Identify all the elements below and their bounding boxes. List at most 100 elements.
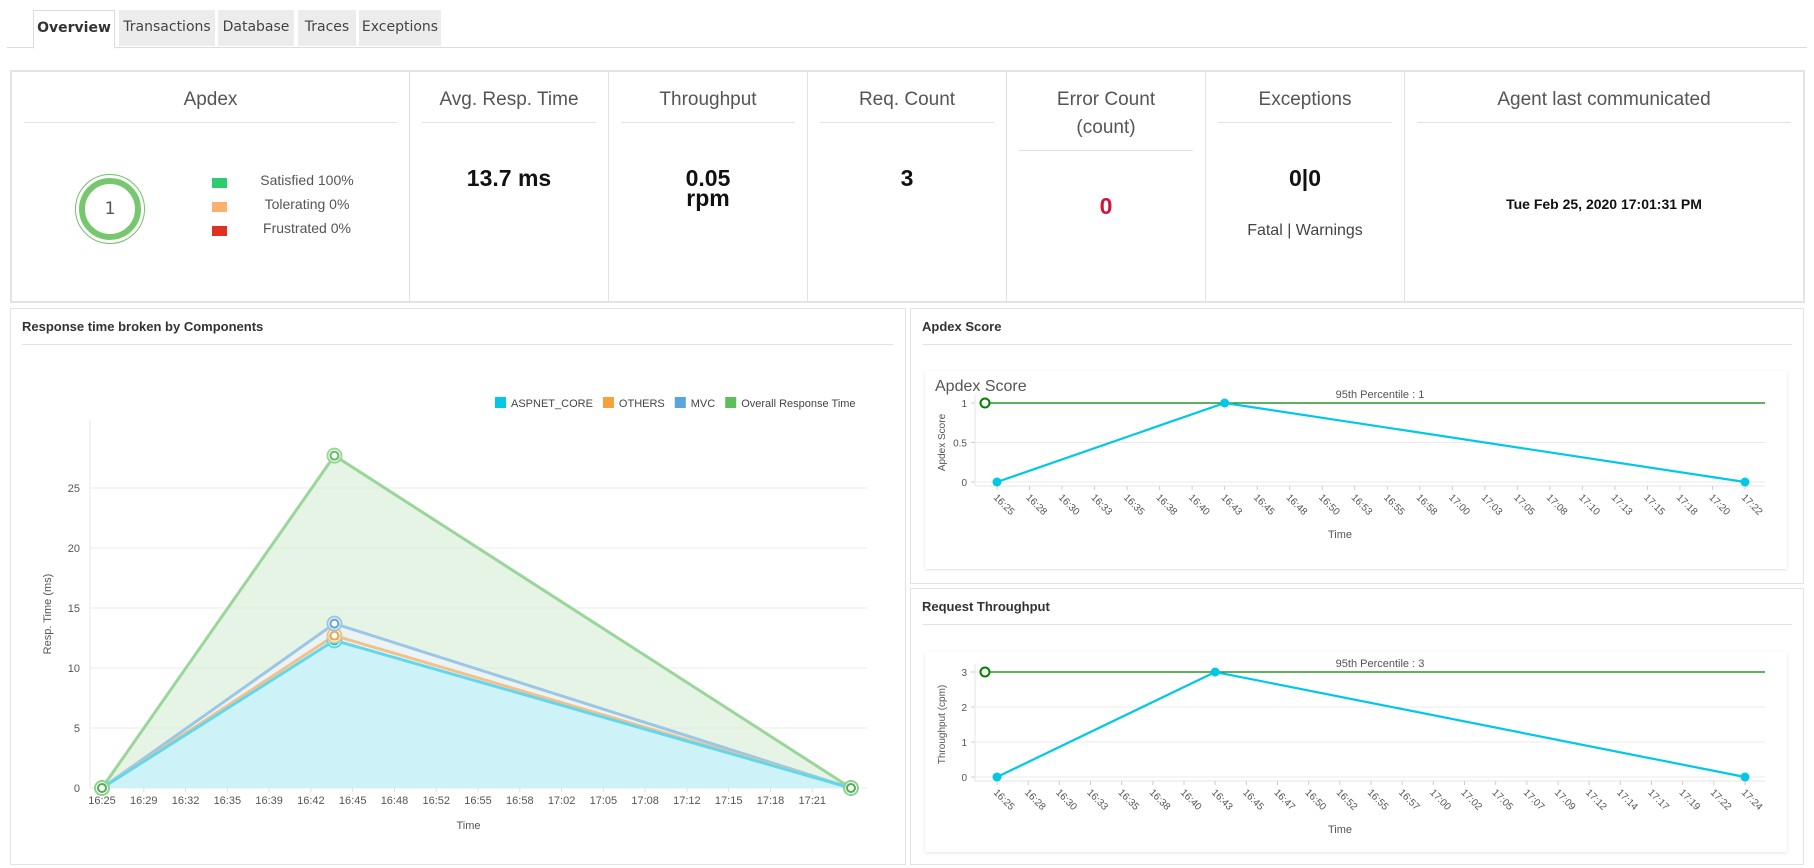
- x-tick-label: 17:00: [1427, 787, 1453, 813]
- error-count-value: 0: [1099, 193, 1113, 219]
- y-tick-label: 1: [961, 738, 967, 749]
- y-tick-label: 0: [74, 783, 80, 795]
- tab-traces[interactable]: Traces: [298, 10, 356, 46]
- apdex-chart-frame: Apdex Score 0 0.5 1 16:25 16:28 16:30 16:33 16:3…: [925, 371, 1787, 569]
- x-tick-label: 16:55: [464, 795, 492, 807]
- y-axis-title: Resp. Time (ms): [42, 574, 54, 655]
- exceptions-card: Exceptions 0|0 Fatal | Warnings: [1206, 72, 1405, 301]
- x-tick-label: 17:05: [1490, 787, 1516, 813]
- x-tick-label: 16:58: [506, 795, 534, 807]
- y-tick-label: 10: [68, 663, 80, 675]
- x-tick-label: 17:02: [548, 795, 576, 807]
- x-tick-label: 16:30: [1053, 787, 1079, 813]
- x-tick-label: 16:42: [297, 795, 325, 807]
- throughput-card: Throughput 0.05 rpm: [609, 72, 808, 301]
- legend-frustrated: Frustrated 0%: [212, 217, 372, 241]
- x-tick-label: 16:28: [1023, 492, 1049, 518]
- req-count-value: 3: [900, 165, 914, 191]
- x-tick-label: 17:24: [1739, 787, 1765, 813]
- response-time-chart: ASPNET_CORE OTHERS MVC Overall Response Tim…: [42, 397, 867, 832]
- x-tick-label: 16:28: [1022, 787, 1048, 813]
- x-tick-label: 16:55: [1381, 492, 1407, 518]
- apdex-score-panel-title: Apdex Score: [922, 319, 1792, 345]
- tab-transactions[interactable]: Transactions: [119, 10, 215, 46]
- x-tick-label: 16:58: [1414, 492, 1440, 518]
- x-axis-title: Time: [1328, 824, 1352, 836]
- y-tick-label: 3: [961, 668, 967, 679]
- x-tick-label: 16:45: [1240, 787, 1266, 813]
- legend-label: MVC: [691, 398, 716, 410]
- x-tick-label: 16:43: [1219, 492, 1245, 518]
- x-tick-label: 16:35: [1121, 492, 1147, 518]
- legend-label: ASPNET_CORE: [511, 398, 593, 410]
- legend-swatch-others: [602, 397, 614, 408]
- apdex-card: Apdex 1 Satisfied 100% Tolerating 0% Fru…: [12, 72, 410, 301]
- x-tick-label: 16:40: [1178, 787, 1204, 813]
- x-tick-label: 17:15: [1641, 492, 1667, 518]
- y-axis-title: Apdex Score: [937, 413, 948, 471]
- x-tick-label: 17:22: [1739, 492, 1765, 518]
- data-point: [1740, 772, 1750, 782]
- x-tick-label: 16:45: [1251, 492, 1277, 518]
- tolerating-swatch: [212, 202, 227, 212]
- x-tick-label: 17:10: [1576, 492, 1602, 518]
- x-tick-label: 17:14: [1614, 787, 1640, 813]
- x-tick-label: 17:21: [798, 795, 826, 807]
- apdex-donut: 1: [75, 174, 145, 244]
- apdex-card-title: Apdex: [24, 86, 397, 123]
- x-tick-label: 16:53: [1349, 492, 1375, 518]
- legend-tolerating: Tolerating 0%: [212, 193, 372, 217]
- percentile-label: 95th Percentile : 1: [1336, 389, 1425, 401]
- y-tick-label: 20: [68, 543, 80, 555]
- tab-overview[interactable]: Overview: [33, 10, 115, 49]
- x-axis-title: Time: [1328, 529, 1352, 541]
- x-tick-label: 16:48: [381, 795, 409, 807]
- x-tick-label: 16:48: [1284, 492, 1310, 518]
- percentile-label: 95th Percentile : 3: [1336, 658, 1425, 670]
- percentile-marker: [979, 397, 991, 409]
- x-tick-label: 16:33: [1084, 787, 1110, 813]
- x-tick-label: 17:12: [673, 795, 701, 807]
- x-tick-label: 16:29: [130, 795, 158, 807]
- x-tick-label: 17:17: [1645, 787, 1671, 813]
- data-point: [846, 783, 856, 793]
- satisfied-label: Satisfied 100%: [260, 172, 354, 188]
- x-tick-label: 17:15: [715, 795, 743, 807]
- x-tick-label: 17:05: [590, 795, 618, 807]
- avg-resp-time-card: Avg. Resp. Time 13.7 ms: [410, 72, 609, 301]
- x-tick-label: 17:13: [1609, 492, 1635, 518]
- avg-resp-time-title: Avg. Resp. Time: [422, 86, 596, 123]
- x-tick-label: 16:35: [214, 795, 242, 807]
- data-point: [1220, 398, 1230, 408]
- req-count-card: Req. Count 3: [808, 72, 1007, 301]
- x-axis-title: Time: [456, 820, 480, 832]
- x-tick-label: 17:00: [1446, 492, 1472, 518]
- percentile-marker: [979, 666, 991, 678]
- x-tick-label: 17:05: [1511, 492, 1537, 518]
- inner-chart-title: Apdex Score: [935, 378, 1027, 395]
- x-tick-label: 16:25: [88, 795, 116, 807]
- x-tick-label: 17:03: [1479, 492, 1505, 518]
- req-count-title: Req. Count: [820, 86, 994, 123]
- legend-label: Overall Response Time: [741, 398, 855, 410]
- data-point: [97, 783, 107, 793]
- throughput-chart-frame: 0 1 2 3 16:25 16:28 16:30 16:33 16:35 16:38 16:40 1…: [925, 652, 1787, 852]
- x-tick-label: 16:50: [1316, 492, 1342, 518]
- x-tick-label: 16:40: [1186, 492, 1212, 518]
- legend-label: OTHERS: [619, 398, 665, 410]
- x-tick-label: 16:32: [172, 795, 200, 807]
- tab-database[interactable]: Database: [218, 10, 294, 46]
- apdex-score-panel: Apdex Score Apdex Score 0 0.5 1 16:25 16:28 16…: [910, 308, 1804, 584]
- x-tick-label: 16:38: [1147, 787, 1173, 813]
- x-tick-label: 16:47: [1271, 787, 1297, 813]
- tab-exceptions[interactable]: Exceptions: [359, 10, 441, 46]
- throughput-panel: Request Throughput 0 1 2 3 16:25 16:28 16:30 16…: [910, 588, 1804, 865]
- x-tick-label: 17:08: [631, 795, 659, 807]
- x-tick-label: 17:19: [1677, 787, 1703, 813]
- avg-resp-time-value: 13.7 ms: [466, 165, 552, 191]
- x-tick-label: 16:38: [1153, 492, 1179, 518]
- x-tick-label: 16:39: [255, 795, 283, 807]
- data-point: [1740, 477, 1750, 487]
- throughput-chart: 012316:25 16:28 16:30 16:33 16:35 16:38 16:40 1…: [937, 658, 1765, 836]
- x-tick-label: 16:50: [1303, 787, 1329, 813]
